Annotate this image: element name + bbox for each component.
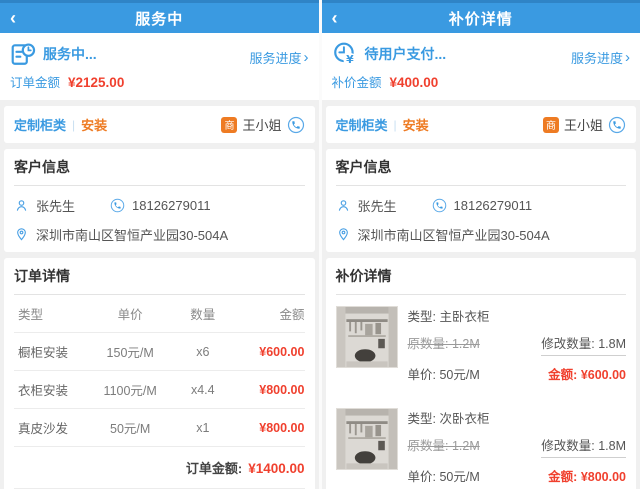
row-amount: ¥800.00 bbox=[235, 421, 305, 435]
subcategory-label: 安装 bbox=[81, 115, 107, 134]
row-qty: x6 bbox=[171, 345, 235, 359]
app-root: ‹ 服务中 服务中... 服务进度 › 订单金额 ¥2125.00 定制柜类 |… bbox=[0, 0, 640, 489]
col-type: 类型 bbox=[14, 304, 90, 323]
customer-name: 张先生 bbox=[358, 196, 397, 215]
right-amount-label: 补价金额 bbox=[332, 72, 382, 91]
customer-address: 深圳市南山区智恒产业园30-504A bbox=[36, 225, 228, 244]
supplement-details-title: 补价详情 bbox=[336, 266, 627, 295]
row-amount: ¥600.00 bbox=[235, 345, 305, 359]
right-nav-title: 补价详情 bbox=[449, 8, 513, 29]
service-doc-clock-icon bbox=[10, 41, 36, 67]
right-service-progress-link[interactable]: 服务进度 › bbox=[571, 48, 630, 67]
order-table-header: 类型 单价 数量 金额 bbox=[14, 295, 305, 333]
row-qty: x1 bbox=[171, 421, 235, 435]
contact-name: 王小姐 bbox=[242, 115, 281, 134]
back-icon[interactable]: ‹ bbox=[10, 3, 16, 33]
contact-name: 王小姐 bbox=[564, 115, 603, 134]
item-modified-qty: 修改数量: 1.8M bbox=[541, 333, 626, 356]
row-type: 橱柜安装 bbox=[14, 342, 90, 361]
subcategory-label: 安装 bbox=[403, 115, 429, 134]
customer-phone: 18126279011 bbox=[454, 198, 533, 213]
customer-info-title: 客户信息 bbox=[14, 157, 305, 186]
supplement-item: 类型: 主卧衣柜 原数量: 1.2M 修改数量: 1.8M 单价: 50元/M … bbox=[336, 295, 627, 397]
left-status-section: 服务中... 服务进度 › 订单金额 ¥2125.00 bbox=[0, 33, 319, 100]
back-icon[interactable]: ‹ bbox=[332, 3, 338, 33]
left-amount-label: 订单金额 bbox=[10, 72, 60, 91]
table-row: 橱柜安装 150元/M x6 ¥600.00 bbox=[14, 333, 305, 371]
col-amount: 金额 bbox=[235, 304, 305, 323]
supplement-item: 类型: 次卧衣柜 原数量: 1.2M 修改数量: 1.8M 单价: 50元/M … bbox=[336, 397, 627, 489]
order-total-label: 订单金额: bbox=[186, 458, 242, 477]
item-type-label: 类型: bbox=[408, 310, 436, 324]
item-original-qty: 原数量: 1.2M bbox=[408, 435, 480, 454]
item-type-value: 主卧衣柜 bbox=[439, 310, 489, 324]
order-details-card: 订单详情 类型 单价 数量 金额 橱柜安装 150元/M x6 ¥600.00 … bbox=[4, 258, 315, 489]
right-amount-value: ¥400.00 bbox=[390, 75, 439, 90]
row-qty: x4.4 bbox=[171, 383, 235, 397]
category-label: 定制柜类 bbox=[14, 115, 66, 134]
item-unit-price: 单价: 50元/M bbox=[408, 364, 480, 383]
left-service-category-card: 定制柜类 | 安装 商 王小姐 bbox=[4, 106, 315, 143]
right-navbar: ‹ 补价详情 bbox=[322, 3, 640, 33]
merchant-badge-icon: 商 bbox=[221, 117, 237, 133]
col-qty: 数量 bbox=[171, 304, 235, 323]
person-icon bbox=[14, 198, 29, 213]
right-status-text: 待用户支付... bbox=[365, 44, 447, 64]
person-icon bbox=[336, 198, 351, 213]
row-amount: ¥800.00 bbox=[235, 383, 305, 397]
row-unit: 50元/M bbox=[90, 418, 171, 437]
item-original-qty: 原数量: 1.2M bbox=[408, 333, 480, 352]
chevron-right-icon: › bbox=[625, 50, 630, 65]
phone-icon[interactable] bbox=[110, 198, 125, 213]
chevron-right-icon: › bbox=[304, 50, 309, 65]
item-modified-qty: 修改数量: 1.8M bbox=[541, 435, 626, 458]
table-row: 真皮沙发 50元/M x1 ¥800.00 bbox=[14, 409, 305, 447]
category-separator: | bbox=[394, 118, 397, 132]
left-nav-title: 服务中 bbox=[135, 8, 183, 29]
screen-service-in-progress: ‹ 服务中 服务中... 服务进度 › 订单金额 ¥2125.00 定制柜类 |… bbox=[0, 0, 319, 489]
category-label: 定制柜类 bbox=[336, 115, 388, 134]
row-type: 衣柜安装 bbox=[14, 380, 90, 399]
call-contact-icon[interactable] bbox=[287, 116, 305, 134]
location-pin-icon bbox=[14, 227, 29, 242]
left-service-progress-link[interactable]: 服务进度 › bbox=[249, 48, 308, 67]
item-unit-price: 单价: 50元/M bbox=[408, 466, 480, 485]
row-unit: 150元/M bbox=[90, 342, 171, 361]
order-details-title: 订单详情 bbox=[14, 266, 305, 295]
left-status-text: 服务中... bbox=[43, 44, 97, 64]
left-navbar: ‹ 服务中 bbox=[0, 3, 319, 33]
item-type-value: 次卧衣柜 bbox=[439, 412, 489, 426]
right-status-section: 待用户支付... 服务进度 › 补价金额 ¥400.00 bbox=[322, 33, 640, 100]
screen-supplement-details: ‹ 补价详情 待用户支付... 服务进度 › 补价金额 ¥400.00 定制柜类… bbox=[322, 0, 640, 489]
order-total-value: ¥1400.00 bbox=[248, 461, 304, 476]
row-type: 真皮沙发 bbox=[14, 418, 90, 437]
order-total-row: 订单金额: ¥1400.00 bbox=[14, 447, 305, 489]
col-unit-price: 单价 bbox=[90, 304, 171, 323]
call-contact-icon[interactable] bbox=[608, 116, 626, 134]
location-pin-icon bbox=[336, 227, 351, 242]
category-separator: | bbox=[72, 118, 75, 132]
row-unit: 1100元/M bbox=[90, 380, 171, 399]
left-customer-card: 客户信息 张先生 18126279011 深圳市南山区智恒产业园30-504A bbox=[4, 149, 315, 252]
supplement-details-card: 补价详情 类型: 主卧衣柜 原数量: 1.2M 修改数量: 1.8M 单价: 5… bbox=[326, 258, 637, 489]
wardrobe-photo bbox=[336, 408, 398, 470]
customer-info-title: 客户信息 bbox=[336, 157, 627, 186]
left-amount-value: ¥2125.00 bbox=[68, 75, 124, 90]
table-row: 衣柜安装 1100元/M x4.4 ¥800.00 bbox=[14, 371, 305, 409]
phone-icon[interactable] bbox=[432, 198, 447, 213]
customer-name: 张先生 bbox=[36, 196, 75, 215]
right-customer-card: 客户信息 张先生 18126279011 深圳市南山区智恒产业园30-504A bbox=[326, 149, 637, 252]
customer-address: 深圳市南山区智恒产业园30-504A bbox=[358, 225, 550, 244]
customer-phone: 18126279011 bbox=[132, 198, 211, 213]
pending-payment-clock-icon bbox=[332, 41, 358, 67]
wardrobe-photo bbox=[336, 306, 398, 368]
right-service-category-card: 定制柜类 | 安装 商 王小姐 bbox=[326, 106, 637, 143]
item-amount: 金额: ¥800.00 bbox=[548, 466, 626, 485]
merchant-badge-icon: 商 bbox=[543, 117, 559, 133]
item-type-label: 类型: bbox=[408, 412, 436, 426]
item-amount: 金额: ¥600.00 bbox=[548, 364, 626, 383]
